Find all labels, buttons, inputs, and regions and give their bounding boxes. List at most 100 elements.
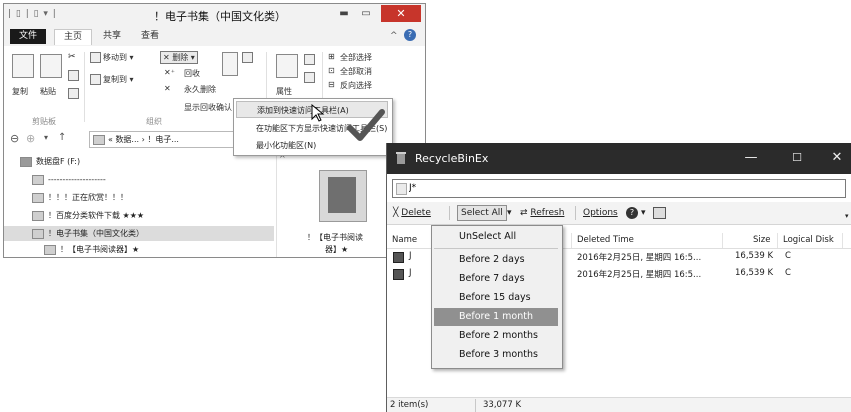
select-all-button[interactable]: Select All — [457, 205, 507, 221]
edit-icon[interactable] — [304, 72, 315, 83]
cut-icon[interactable]: ✂ — [68, 52, 76, 62]
select-all-button[interactable]: 全部选择 — [340, 52, 372, 63]
refresh-button[interactable]: ⇄ Refresh — [520, 205, 564, 221]
recyclebinex-title-bar: RecycleBinEx — ☐ ✕ — [387, 143, 851, 174]
copy-to-button[interactable]: 复制到 ▾ — [103, 74, 134, 85]
folder-label-line2: 器】★ — [325, 245, 349, 254]
properties-icon[interactable] — [276, 54, 298, 78]
invert-selection-button[interactable]: 反向选择 — [340, 80, 372, 91]
tree-item[interactable]: ！【电子书阅读器】★ — [4, 242, 274, 257]
recycle-option[interactable]: 回收 — [184, 68, 200, 79]
menu-before-3-months[interactable]: Before 3 months — [434, 346, 558, 364]
copy-path-icon[interactable] — [68, 70, 79, 81]
recycle-icon: ✕⁺ — [164, 68, 175, 77]
copy-icon[interactable] — [12, 54, 34, 78]
group-organize-label: 组织 — [146, 117, 162, 126]
paste-icon[interactable] — [40, 54, 62, 78]
toolbar-overflow-icon[interactable]: ▾ — [845, 208, 849, 224]
column-header-size[interactable]: Size — [753, 235, 770, 245]
row-deleted-time: 2016年2月25日, 星期四 16:5... — [577, 253, 702, 263]
back-icon[interactable]: ⊖ — [10, 132, 19, 145]
status-total-size: 33,077 K — [483, 400, 522, 410]
column-header-deleted-time[interactable]: Deleted Time — [577, 235, 634, 245]
show-recycle-confirm-option[interactable]: 显示回收确认 — [184, 102, 232, 113]
delete-button[interactable]: ╳ Delete — [393, 205, 431, 221]
delete-label: 删除 ▾ — [172, 53, 195, 62]
column-divider[interactable] — [842, 233, 843, 248]
menu-before-7-days[interactable]: Before 7 days — [434, 270, 558, 288]
folder-thumbnail[interactable] — [319, 170, 367, 222]
rename-icon[interactable] — [222, 52, 238, 76]
column-divider[interactable] — [571, 233, 572, 248]
toolbar-separator — [575, 206, 576, 220]
rb-minimize-button[interactable]: — — [739, 149, 763, 167]
tree-item-selected[interactable]: ！电子书集（中国文化类） — [4, 226, 274, 241]
maximize-button[interactable]: ▭ — [356, 6, 376, 22]
checkmark-icon — [347, 109, 385, 141]
select-none-icon: ⊡ — [328, 66, 335, 75]
options-button[interactable]: Options — [583, 205, 618, 221]
select-all-icon: ⊞ — [328, 52, 335, 61]
tree-item-label: ！！！正在欣赏！！！ — [48, 193, 128, 202]
folder-icon — [32, 174, 44, 185]
refresh-icon: ⇄ — [520, 208, 528, 218]
quick-access-toolbar[interactable]: | ▯ | ▯ ▾ | — [8, 9, 57, 19]
tab-share[interactable]: 共享 — [94, 29, 130, 44]
folder-icon — [32, 192, 44, 203]
menu-before-2-months[interactable]: Before 2 months — [434, 327, 558, 345]
tab-view[interactable]: 查看 — [132, 29, 168, 44]
menu-before-15-days[interactable]: Before 15 days — [434, 289, 558, 307]
column-divider[interactable] — [722, 233, 723, 248]
recent-locations-icon[interactable]: ▾ — [44, 133, 48, 142]
tree-item[interactable]: -------------------- — [4, 172, 274, 187]
properties-button[interactable]: 属性 — [276, 86, 292, 97]
tab-file[interactable]: 文件 — [10, 29, 47, 44]
rb-close-button[interactable]: ✕ — [825, 149, 849, 167]
menu-before-1-month[interactable]: Before 1 month — [434, 308, 558, 326]
view-icon[interactable] — [653, 207, 666, 219]
select-all-dropdown-icon[interactable]: ▾ — [507, 205, 512, 221]
rb-maximize-button[interactable]: ☐ — [785, 149, 809, 167]
menu-unselect-all[interactable]: UnSelect All — [434, 228, 558, 246]
search-input-box[interactable] — [392, 179, 846, 198]
paste-shortcut-icon[interactable] — [68, 88, 79, 99]
collapse-ribbon-icon[interactable]: ^ — [390, 31, 398, 41]
column-divider[interactable] — [777, 233, 778, 248]
copy-button[interactable]: 复制 — [12, 86, 28, 97]
recycle-bin-icon — [396, 152, 406, 164]
explorer-title-bar: | ▯ | ▯ ▾ | ！电子书集（中国文化类） ▬ ▭ ✕ — [4, 4, 425, 26]
group-clipboard-label: 剪贴板 — [32, 117, 56, 126]
paste-button[interactable]: 粘贴 — [40, 86, 56, 97]
delete-icon: ╳ — [393, 208, 399, 218]
search-input[interactable] — [403, 180, 829, 196]
forward-icon[interactable]: ⊕ — [26, 132, 35, 145]
toolbar-separator — [449, 206, 450, 220]
minimize-button[interactable]: ▬ — [334, 6, 354, 22]
new-folder-icon[interactable] — [242, 52, 253, 63]
folder-icon — [32, 228, 44, 239]
tab-home[interactable]: 主页 — [54, 29, 93, 45]
open-icon[interactable] — [304, 54, 315, 65]
menu-before-2-days[interactable]: Before 2 days — [434, 251, 558, 269]
tree-item[interactable]: ！！！正在欣赏！！！ — [4, 190, 274, 205]
close-button[interactable]: ✕ — [381, 5, 421, 22]
select-none-button[interactable]: 全部取消 — [340, 66, 372, 77]
help-dropdown-icon[interactable]: ▾ — [641, 205, 646, 221]
delete-dropdown-button[interactable]: ✕ 删除 ▾ — [160, 51, 198, 64]
mouse-cursor-icon — [311, 104, 325, 122]
tree-item[interactable]: ！百度分类软件下载 ★★★ — [4, 208, 274, 223]
perm-delete-option[interactable]: 永久删除 — [184, 84, 216, 95]
tree-item-label: 数据盘F (F:) — [36, 157, 81, 166]
address-path: « 数据... › ！电子... — [108, 135, 179, 144]
perm-delete-icon: ✕ — [164, 84, 171, 93]
row-deleted-time: 2016年2月25日, 星期四 16:5... — [577, 270, 702, 280]
move-to-button[interactable]: 移动到 ▾ — [103, 52, 134, 63]
help-icon[interactable]: ? — [404, 29, 416, 41]
tree-item-drive[interactable]: 数据盘F (F:) — [4, 154, 274, 169]
up-icon[interactable]: ↑ — [58, 132, 66, 143]
column-header-name[interactable]: Name — [392, 235, 417, 245]
help-icon[interactable]: ? — [626, 207, 638, 219]
folder-icon — [93, 135, 105, 145]
column-header-logical-disk[interactable]: Logical Disk — [783, 235, 834, 245]
file-icon — [393, 252, 404, 263]
